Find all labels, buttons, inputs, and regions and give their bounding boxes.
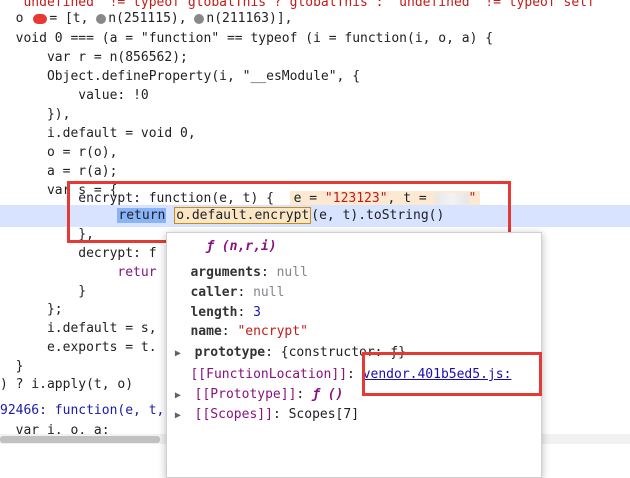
object-preview-popover: ƒ (n,r,i) arguments: null caller: null l… [166, 232, 542, 478]
popover-row-expandable[interactable]: ▶ prototype: {constructor: ƒ} [167, 343, 541, 363]
expand-triangle-icon[interactable]: ▶ [175, 344, 187, 364]
breakpoint-marker [33, 13, 48, 24]
inline-variable-values: e = "123123", t = " [289, 191, 481, 206]
inline-breakpoint-icon[interactable] [194, 13, 205, 24]
popover-row: caller: null [190, 285, 285, 300]
popover-row: arguments: null [190, 265, 308, 280]
popover-row: [[FunctionLocation]]: vendor.401b5ed5.js… [190, 367, 512, 382]
popover-row: length: 3 [190, 305, 261, 320]
popover-header: ƒ (n,r,i) [206, 239, 277, 254]
expand-triangle-icon[interactable]: ▶ [175, 406, 187, 426]
popover-row-expandable[interactable]: ▶ [[Scopes]]: Scopes[7] [167, 405, 541, 425]
function-location-link[interactable]: vendor.401b5ed5.js: [363, 367, 512, 382]
inline-breakpoint-icon[interactable] [96, 13, 107, 24]
popover-row-expandable[interactable]: ▶ [[Prototype]]: ƒ () [167, 385, 541, 405]
redacted-value [434, 192, 469, 205]
code-line: o = [t, n(251115), n(211163)], [0, 11, 293, 26]
popover-row: name: "encrypt" [190, 324, 308, 339]
expand-triangle-icon[interactable]: ▶ [175, 386, 187, 406]
hovered-expression[interactable]: o.default.encrypt [174, 207, 312, 224]
scrollbar-thumb[interactable] [0, 436, 160, 443]
